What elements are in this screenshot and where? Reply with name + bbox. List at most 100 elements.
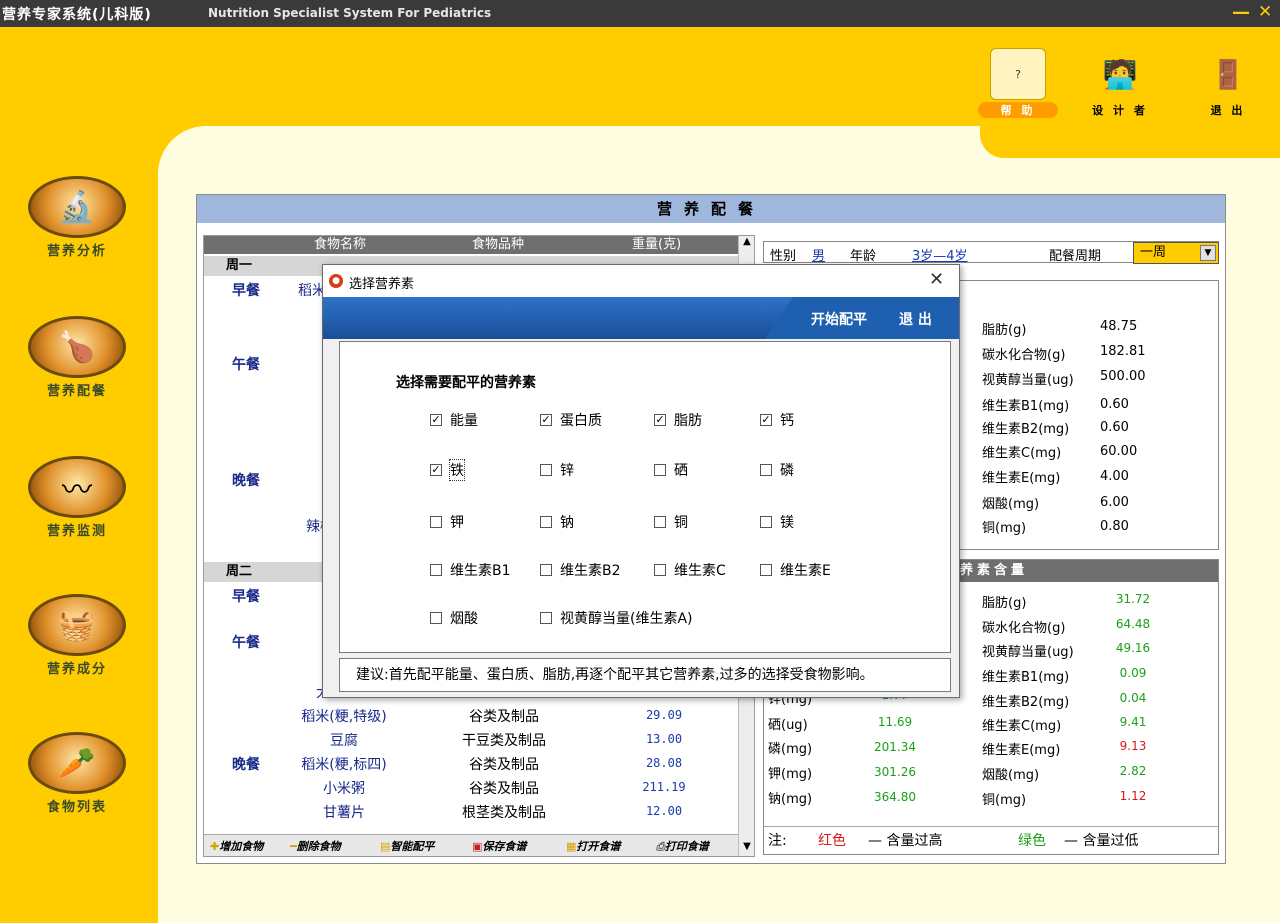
table-cell-category: 谷类及制品 — [469, 709, 539, 725]
checkbox-checked-icon: ✓ — [654, 413, 666, 426]
checkbox-potassium[interactable]: 钾 — [430, 512, 464, 532]
save-recipe-button[interactable]: ▣保存食谱 — [472, 838, 526, 854]
scroll-down-icon[interactable]: ▼ — [739, 841, 754, 852]
help-button[interactable]: ? 帮 助 — [978, 48, 1058, 118]
nav-label: 营养配餐 — [46, 384, 107, 399]
table-cell-weight: 28.08 — [645, 756, 683, 770]
exit-label: 退 出 — [1210, 104, 1246, 117]
std-label: 维生素B1(mg) — [982, 399, 1070, 414]
app-title: 营养专家系统(儿科版) — [2, 7, 152, 23]
table-cell-food[interactable]: 豆腐 — [284, 730, 404, 750]
close-button[interactable]: ✕ — [1258, 2, 1272, 22]
nav-nutrition-meal[interactable]: 🍗 营养配餐 — [18, 316, 136, 399]
checkbox-vitamin-e[interactable]: 维生素E — [760, 560, 831, 580]
checkbox-phosphorus[interactable]: 磷 — [760, 460, 794, 480]
scroll-up-icon[interactable]: ▲ — [739, 236, 754, 247]
minus-icon: ━ — [290, 840, 297, 853]
age-value[interactable]: 3岁—4岁 — [912, 245, 968, 264]
checkbox-copper[interactable]: 铜 — [654, 512, 688, 532]
designer-button[interactable]: 🧑‍💻 设 计 者 — [1080, 48, 1160, 118]
nav-nutrition-content[interactable]: 🧺 营养成分 — [18, 594, 136, 677]
std-value: 500.00 — [1100, 369, 1146, 384]
content-value: 9.41 — [1119, 715, 1147, 729]
table-cell-weight: 211.19 — [642, 780, 686, 794]
checkbox-checked-icon: ✓ — [430, 463, 442, 476]
checkbox-zinc[interactable]: 锌 — [540, 460, 574, 480]
content-label: 钾(mg) — [768, 767, 813, 782]
table-header: 食物名称 食物品种 重量(克) — [204, 236, 738, 254]
period-select[interactable]: 一周 ▼ — [1133, 242, 1219, 264]
meal-dinner: 晚餐 — [232, 473, 260, 489]
table-cell-category: 干豆类及制品 — [462, 733, 546, 749]
table-cell-category: 根茎类及制品 — [462, 805, 546, 821]
content-value: 0.04 — [1119, 691, 1147, 705]
checkbox-sodium[interactable]: 钠 — [540, 512, 574, 532]
chef-microscope-icon: 🔬 — [28, 176, 126, 238]
print-recipe-button[interactable]: ⎙打印食谱 — [656, 838, 709, 854]
content-label: 铜(mg) — [982, 793, 1027, 808]
checkbox-calcium[interactable]: ✓ 钙 — [760, 410, 794, 430]
delete-food-button[interactable]: ━删除食物 — [290, 838, 341, 854]
dialog-close-icon[interactable]: ✕ — [929, 269, 944, 290]
std-label: 铜(mg) — [982, 521, 1027, 536]
checkbox-niacin[interactable]: 烟酸 — [430, 608, 478, 628]
table-cell-food[interactable]: 甘薯片 — [284, 802, 404, 822]
std-value: 0.60 — [1100, 420, 1129, 435]
nav-nutrition-analysis[interactable]: 🔬 营养分析 — [18, 176, 136, 259]
age-label: 年龄 — [850, 249, 877, 264]
std-value: 182.81 — [1100, 344, 1146, 359]
checkbox-vitamin-c[interactable]: 维生素C — [654, 560, 726, 580]
content-value: 64.48 — [1115, 617, 1151, 631]
table-cell-food[interactable]: 小米粥 — [284, 778, 404, 798]
options-heading: 选择需要配平的营养素 — [396, 375, 536, 391]
content-label: 维生素E(mg) — [982, 743, 1061, 758]
checkbox-energy[interactable]: ✓ 能量 — [430, 410, 478, 430]
title-bar: 营养专家系统(儿科版) Nutrition Specialist System … — [0, 0, 1280, 27]
add-food-button[interactable]: ✚增加食物 — [210, 838, 263, 854]
content-value: 201.34 — [874, 740, 916, 754]
content-label: 磷(mg) — [768, 742, 813, 757]
start-balance-button[interactable]: 开始配平 — [811, 309, 867, 329]
open-recipe-button[interactable]: ▦打开食谱 — [566, 838, 620, 854]
content-value: 31.72 — [1115, 592, 1151, 606]
plus-icon: ✚ — [210, 840, 220, 853]
col-food-category: 食物品种 — [472, 237, 525, 252]
gender-value[interactable]: 男 — [812, 245, 825, 264]
dialog-title: 选择营养素 — [349, 277, 415, 292]
smart-balance-button[interactable]: ▤智能配平 — [380, 838, 434, 854]
exit-button[interactable]: 🚪 退 出 — [1188, 48, 1268, 118]
checkbox-protein[interactable]: ✓ 蛋白质 — [540, 410, 602, 430]
checkbox-vitamin-b2[interactable]: 维生素B2 — [540, 560, 621, 580]
nav-nutrition-monitor[interactable]: 〰 营养监测 — [18, 456, 136, 539]
table-row[interactable]: 稻米(粳,特级) — [284, 706, 404, 726]
std-label: 维生素C(mg) — [982, 446, 1062, 461]
note-low: — 含量过低 — [1064, 833, 1139, 849]
checkbox-retinol[interactable]: 视黄醇当量(维生素A) — [540, 608, 693, 628]
chevron-down-icon: ▼ — [1200, 245, 1216, 261]
meal-dinner: 晚餐 — [232, 757, 260, 773]
dialog-exit-button[interactable]: 退 出 — [899, 309, 932, 329]
content-value: 2.82 — [1119, 764, 1147, 778]
minimize-button[interactable]: — — [1232, 2, 1250, 23]
dialog-band-decoration — [323, 297, 793, 339]
table-toolbar: ✚增加食物 ━删除食物 ▤智能配平 ▣保存食谱 ▦打开食谱 ⎙打印食谱 — [204, 834, 738, 856]
checkbox-fat[interactable]: ✓ 脂肪 — [654, 410, 702, 430]
std-value: 48.75 — [1100, 319, 1138, 334]
content-value: 9.13 — [1119, 739, 1147, 753]
checkbox-selenium[interactable]: 硒 — [654, 460, 688, 480]
help-label: 帮 助 — [978, 102, 1058, 118]
checkbox-magnesium[interactable]: 镁 — [760, 512, 794, 532]
vegetables-icon: 🥕 — [28, 732, 126, 794]
meal-breakfast: 早餐 — [232, 283, 260, 299]
nav-food-list[interactable]: 🥕 食物列表 — [18, 732, 136, 815]
note-high: — 含量过高 — [868, 833, 943, 849]
checkbox-vitamin-b1[interactable]: 维生素B1 — [430, 560, 511, 580]
table-cell-food[interactable]: 稻米(粳,标四) — [284, 754, 404, 774]
note-green: 绿色 — [1018, 833, 1046, 849]
content-label: 维生素C(mg) — [982, 719, 1062, 734]
content-value: 1.12 — [1119, 789, 1147, 803]
content-label: 维生素B1(mg) — [982, 670, 1070, 685]
checkbox-iron[interactable]: ✓ 铁 — [430, 459, 465, 481]
table-cell-weight: 12.00 — [645, 804, 683, 818]
nutrient-options: 选择需要配平的营养素 ✓ 能量 ✓ 蛋白质 ✓ 脂肪 ✓ 钙 ✓ 铁 锌 硒 磷 钾 钠 … — [339, 341, 951, 653]
